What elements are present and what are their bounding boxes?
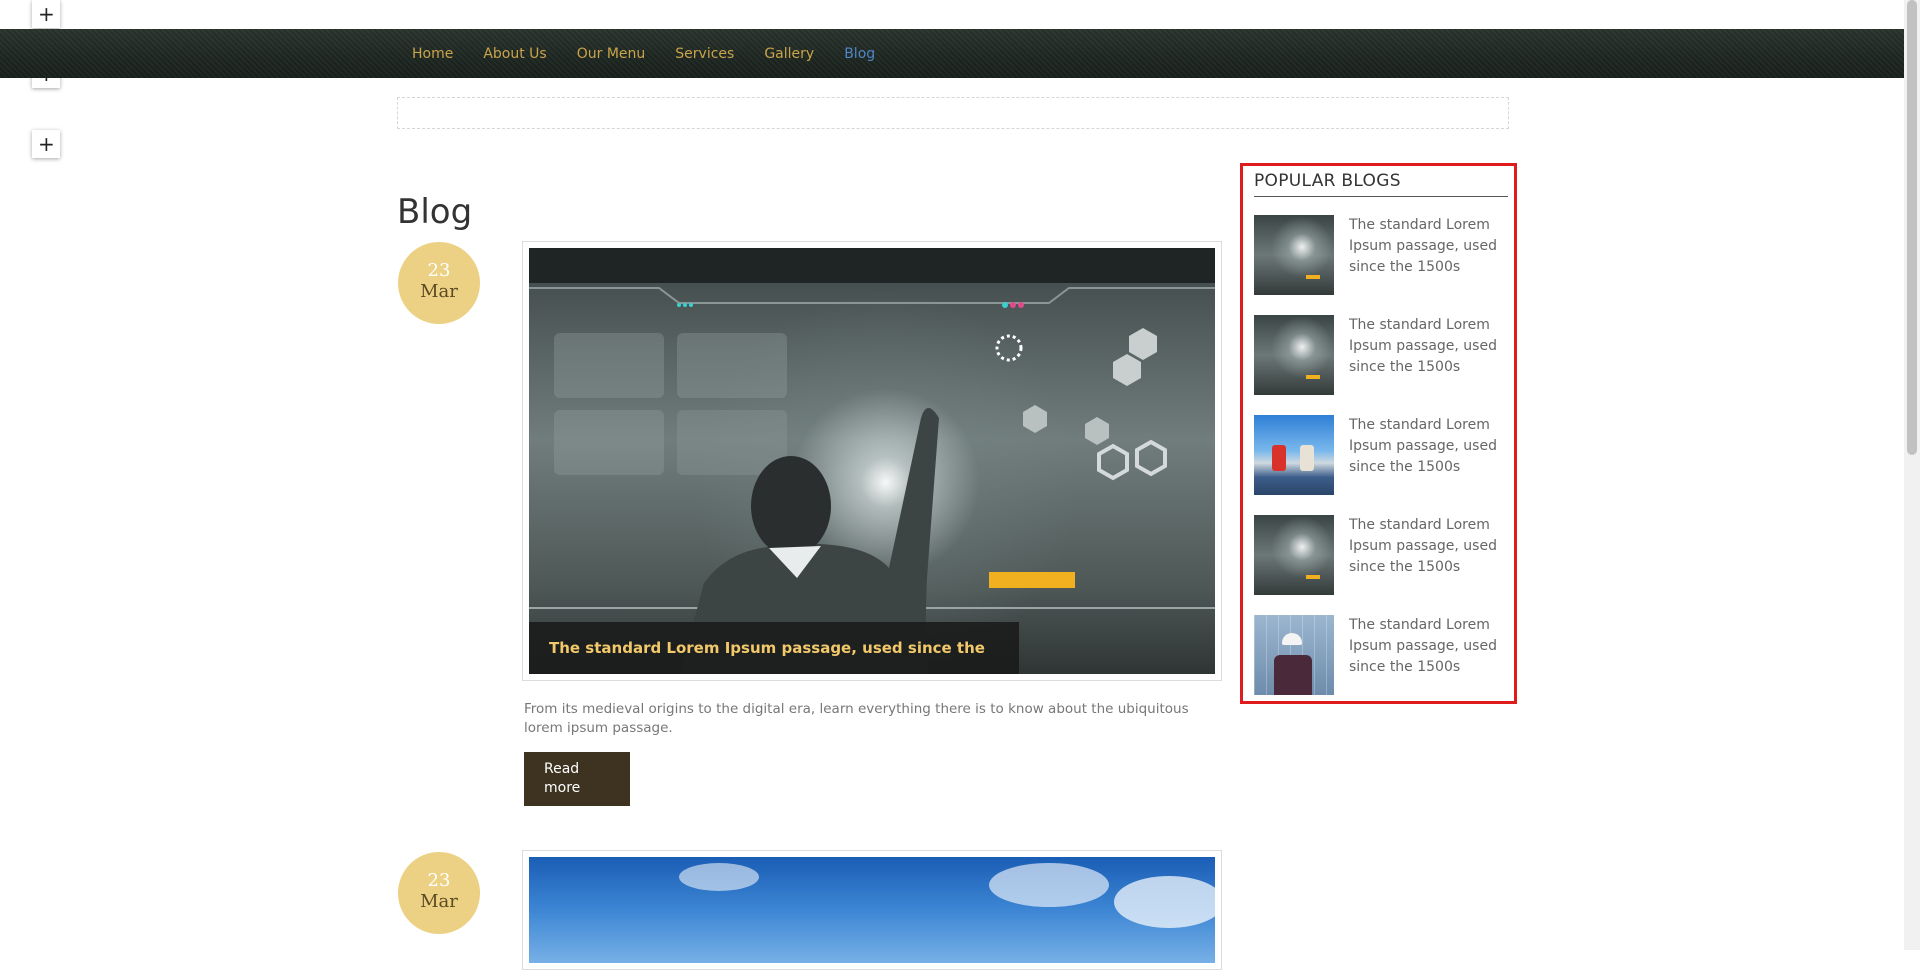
popular-blog-link[interactable]: The standard Lorem Ipsum passage, used s… <box>1349 615 1504 678</box>
add-section-button[interactable]: + <box>32 130 60 158</box>
business-touchscreen-thumb[interactable] <box>1254 315 1334 395</box>
popular-blog-item[interactable]: The standard Lorem Ipsum passage, used s… <box>1254 615 1510 695</box>
hud-graphic <box>529 248 1215 674</box>
nav-item-about-us[interactable]: About Us <box>483 46 546 62</box>
nav-item-home[interactable]: Home <box>412 46 453 62</box>
popular-blog-link[interactable]: The standard Lorem Ipsum passage, used s… <box>1349 515 1504 578</box>
post-caption[interactable]: The standard Lorem Ipsum passage, used s… <box>529 622 1019 674</box>
nav-menu: Home About Us Our Menu Services Gallery … <box>412 29 905 78</box>
nav-item-services[interactable]: Services <box>675 46 734 62</box>
popular-blog-link[interactable]: The standard Lorem Ipsum passage, used s… <box>1349 215 1504 278</box>
post-image-frame: The standard Lorem Ipsum passage, used s… <box>522 241 1222 681</box>
popular-blogs-widget: POPULAR BLOGS The standard Lorem Ipsum p… <box>1240 163 1517 704</box>
post-date-badge: 23 Mar <box>398 242 480 324</box>
nav-item-gallery[interactable]: Gallery <box>764 46 814 62</box>
post-image-frame <box>522 850 1222 970</box>
post-date-day: 23 <box>427 870 451 891</box>
read-more-button[interactable]: Read more <box>524 752 630 806</box>
scrollbar-thumb[interactable] <box>1907 0 1917 455</box>
add-section-button[interactable]: + <box>32 0 60 28</box>
page-scrollbar[interactable] <box>1904 0 1920 950</box>
popular-blog-link[interactable]: The standard Lorem Ipsum passage, used s… <box>1349 415 1504 478</box>
engineer-hardhat-thumb[interactable] <box>1254 615 1334 695</box>
post-date-month: Mar <box>420 281 458 302</box>
business-touchscreen-image[interactable]: The standard Lorem Ipsum passage, used s… <box>529 248 1215 674</box>
business-touchscreen-thumb[interactable] <box>1254 515 1334 595</box>
cloud-graphic <box>679 863 1215 928</box>
nav-item-blog[interactable]: Blog <box>844 46 875 62</box>
popular-blog-link[interactable]: The standard Lorem Ipsum passage, used s… <box>1349 315 1504 378</box>
popular-blog-item[interactable]: The standard Lorem Ipsum passage, used s… <box>1254 315 1510 395</box>
workers-handshake-thumb[interactable] <box>1254 415 1334 495</box>
post-date-badge: 23 Mar <box>398 852 480 934</box>
blue-sky-image[interactable] <box>529 857 1215 963</box>
empty-placeholder-block[interactable] <box>397 97 1509 129</box>
page-title: Blog <box>397 192 473 232</box>
post-excerpt: From its medieval origins to the digital… <box>524 701 1189 736</box>
popular-blog-item[interactable]: The standard Lorem Ipsum passage, used s… <box>1254 415 1510 495</box>
business-touchscreen-thumb[interactable] <box>1254 215 1334 295</box>
popular-blog-item[interactable]: The standard Lorem Ipsum passage, used s… <box>1254 215 1510 295</box>
nav-item-our-menu[interactable]: Our Menu <box>577 46 646 62</box>
popular-blog-item[interactable]: The standard Lorem Ipsum passage, used s… <box>1254 515 1510 595</box>
main-navbar: Home About Us Our Menu Services Gallery … <box>0 29 1904 78</box>
post-date-month: Mar <box>420 891 458 912</box>
post-date-day: 23 <box>427 260 451 281</box>
popular-blogs-title: POPULAR BLOGS <box>1254 171 1508 197</box>
